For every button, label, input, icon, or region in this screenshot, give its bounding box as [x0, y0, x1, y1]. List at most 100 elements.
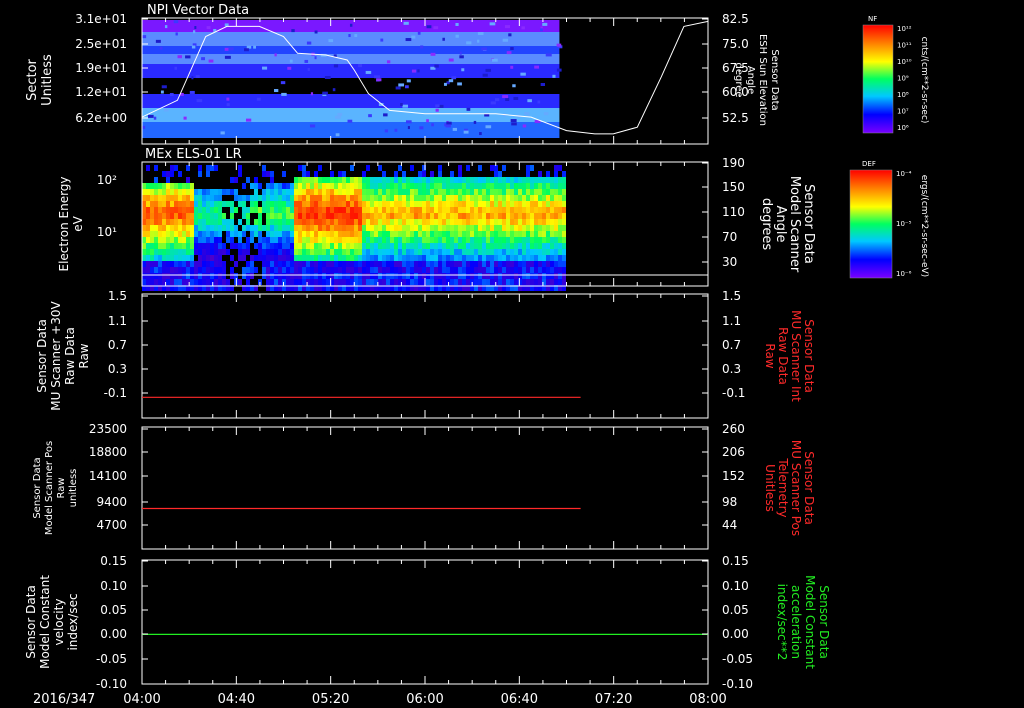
- els-pixel: [238, 165, 242, 171]
- els-pixel: [554, 279, 558, 285]
- els-pixel: [262, 207, 266, 213]
- els-pixel: [406, 267, 410, 273]
- els-pixel: [142, 225, 146, 231]
- els-pixel: [202, 207, 206, 213]
- els-pixel: [174, 237, 178, 243]
- els-pixel: [470, 201, 474, 207]
- els-pixel: [514, 183, 518, 189]
- els-pixel: [206, 237, 210, 243]
- els-pixel: [506, 207, 510, 213]
- els-pixel: [322, 177, 326, 183]
- els-pixel: [342, 201, 346, 207]
- els-pixel: [386, 195, 390, 201]
- els-pixel: [278, 273, 282, 279]
- els-pixel: [418, 261, 422, 267]
- els-pixel: [530, 255, 534, 261]
- els-pixel: [374, 195, 378, 201]
- els-pixel: [210, 225, 214, 231]
- npi-pixel: [365, 70, 372, 74]
- els-pixel: [402, 213, 406, 219]
- els-pixel: [334, 255, 338, 261]
- els-pixel: [522, 177, 526, 183]
- els-pixel: [482, 237, 486, 243]
- els-pixel: [298, 237, 302, 243]
- els-pixel: [222, 201, 226, 207]
- els-pixel: [198, 171, 202, 177]
- mu-scanner-pos-label-2: Telemetry: [776, 457, 790, 517]
- els-pixel: [346, 273, 350, 279]
- npi-pixel: [431, 123, 434, 127]
- els-pixel: [554, 237, 558, 243]
- els-pixel: [146, 213, 150, 219]
- npi-pixel: [206, 26, 211, 30]
- els-pixel: [394, 243, 398, 249]
- els-pixel: [470, 237, 474, 243]
- npi-pixel: [405, 38, 412, 42]
- els-pixel: [174, 255, 178, 261]
- els-pixel: [554, 183, 558, 189]
- els-pixel: [482, 279, 486, 285]
- els-pixel: [526, 177, 530, 183]
- els-pixel: [162, 273, 166, 279]
- els-pixel: [290, 201, 294, 207]
- els-pixel: [458, 225, 462, 231]
- els-pixel: [266, 273, 270, 279]
- els-pixel: [302, 231, 306, 237]
- els-pixel: [466, 249, 470, 255]
- npi-pixel: [411, 69, 417, 73]
- npi-pixel: [347, 119, 353, 123]
- els-pixel: [294, 249, 298, 255]
- els-pixel: [274, 213, 278, 219]
- npi-pixel: [332, 88, 336, 92]
- els-pixel: [394, 189, 398, 195]
- els-pixel: [246, 261, 250, 267]
- els-pixel: [238, 255, 242, 261]
- els-pixel: [190, 207, 194, 213]
- els-pixel: [546, 189, 550, 195]
- els-pixel: [546, 243, 550, 249]
- els-pixel: [538, 267, 542, 273]
- els-pixel: [498, 237, 502, 243]
- els-pixel: [290, 255, 294, 261]
- els-pixel: [446, 189, 450, 195]
- els-pixel: [522, 267, 526, 273]
- els-pixel: [370, 177, 374, 183]
- els-pixel: [338, 177, 342, 183]
- els-pixel: [422, 207, 426, 213]
- els-pixel: [162, 243, 166, 249]
- els-pixel: [158, 201, 162, 207]
- colorbar-nf-tick: 10⁷: [897, 108, 909, 116]
- els-pixel: [314, 171, 318, 177]
- els-pixel: [514, 207, 518, 213]
- els-pixel: [426, 273, 430, 279]
- els-pixel: [398, 267, 402, 273]
- els-pixel: [230, 237, 234, 243]
- els-pixel: [430, 219, 434, 225]
- els-pixel: [402, 267, 406, 273]
- els-pixel: [562, 189, 566, 195]
- ytick-label: -0.1: [104, 386, 127, 400]
- els-pixel: [150, 279, 154, 285]
- els-pixel: [526, 237, 530, 243]
- els-pixel: [438, 255, 442, 261]
- els-pixel: [186, 219, 190, 225]
- els-pixel: [458, 177, 462, 183]
- els-pixel: [238, 195, 242, 201]
- els-pixel: [266, 195, 270, 201]
- colorbar-def: DEF 10⁻⁴10⁻⁵10⁻⁶ ergs/(cm**2-sr-sec-eV): [849, 160, 929, 279]
- els-pixel: [502, 165, 506, 171]
- els-pixel: [302, 249, 306, 255]
- els-pixel: [434, 243, 438, 249]
- els-pixel: [262, 261, 266, 267]
- els-pixel: [454, 177, 458, 183]
- els-pixel: [210, 231, 214, 237]
- els-pixel: [278, 189, 282, 195]
- els-pixel: [394, 201, 398, 207]
- els-pixel: [542, 273, 546, 279]
- els-pixel: [202, 219, 206, 225]
- els-pixel: [206, 255, 210, 261]
- els-pixel: [542, 189, 546, 195]
- els-pixel: [222, 243, 226, 249]
- els-pixel: [246, 267, 250, 273]
- els-pixel: [518, 213, 522, 219]
